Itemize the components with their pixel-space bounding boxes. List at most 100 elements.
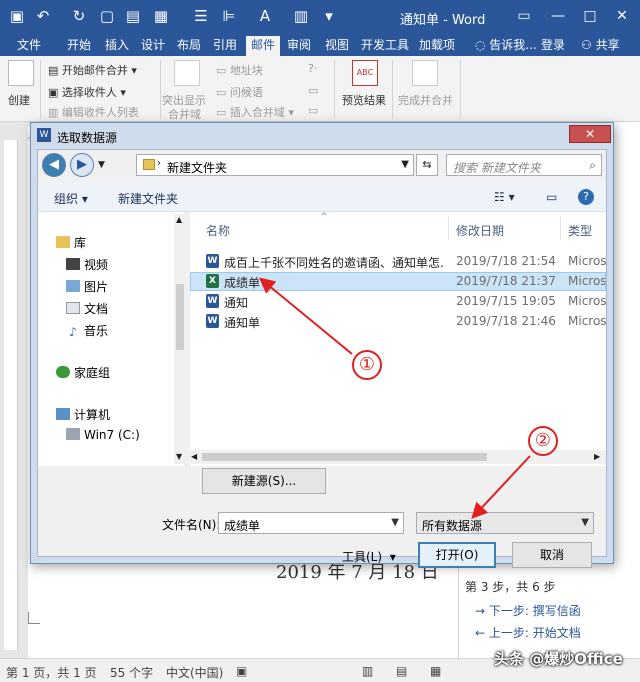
scroll-down-icon[interactable]: ▼ [176,452,182,461]
print-icon[interactable]: ▦ [150,4,172,28]
nav-homegroup[interactable]: 家庭组 [56,364,110,381]
nav-video[interactable]: 视频 [66,256,108,273]
tab-home[interactable]: 开始 [62,36,96,56]
close-icon[interactable]: ✕ [610,4,634,28]
update-labels-icon[interactable]: ▭ [308,104,318,117]
customize-icon[interactable]: ▾ [318,4,340,28]
back-button[interactable]: ◀ [42,153,66,177]
redo-icon[interactable]: ↻ [68,4,90,28]
match-fields-icon[interactable]: ▭ [308,84,318,97]
dialog-close-button[interactable]: ✕ [569,125,611,143]
view-options-icon[interactable]: ☷ ▾ [494,190,515,204]
new-source-button[interactable]: 新建源(S)... [202,468,326,494]
file-type-select[interactable]: 所有数据源 ▼ [416,512,594,534]
file-row[interactable]: W 成百上千张不同姓名的邀请函、通知单怎... 2019/7/18 21:54 … [190,252,606,271]
file-row[interactable]: W 通知 2019/7/15 19:05 Microso [190,292,606,311]
tab-references[interactable]: 引用 [208,36,242,56]
nav-computer[interactable]: 计算机 [56,406,110,423]
tab-mailings[interactable]: 邮件 [246,36,281,56]
search-box[interactable]: 搜索 新建文件夹 ⌕ [446,154,602,176]
finish-merge-button[interactable]: 完成并合并 [398,92,453,108]
create-button[interactable]: 创建 [8,92,30,108]
nav-pictures[interactable]: 图片 [66,278,108,295]
chevron-down-icon[interactable]: ▼ [391,517,399,528]
column-name[interactable]: 名称 [206,222,230,239]
undo-icon[interactable]: ↶ [32,4,54,28]
web-layout-icon[interactable]: ▦ [430,664,441,678]
forward-button[interactable]: ▶ [70,153,94,177]
language[interactable]: 中文(中国) [166,664,223,681]
tab-view[interactable]: 视图 [320,36,354,56]
login-link[interactable]: 登录 [536,36,570,56]
arrow-left-icon: ← [475,626,489,640]
start-mail-merge-button[interactable]: ▤ 开始邮件合并 ▾ [48,62,137,78]
address-bar[interactable]: › 新建文件夹 ▼ [136,154,414,176]
address-dropdown-icon[interactable]: ▼ [401,159,409,170]
tab-developer[interactable]: 开发工具 [356,36,414,56]
align-icon[interactable]: ⊫ [218,4,240,28]
insert-merge-field-button[interactable]: ▭ 插入合并域 ▾ [216,104,294,120]
column-date[interactable]: 修改日期 [456,222,504,239]
greeting-line-button[interactable]: ▭ 问候语 [216,84,263,100]
nav-scrollbar[interactable]: ▲ ▼ [174,214,186,464]
save-icon[interactable]: ▣ [6,4,28,28]
nav-library[interactable]: 库 [56,234,86,251]
filename-input[interactable]: 成绩单 ▼ [218,512,404,534]
prev-step-link[interactable]: ← 上一步: 开始文档 [475,624,581,641]
new-folder-button[interactable]: 新建文件夹 [118,190,178,207]
macro-icon[interactable]: ▣ [236,664,247,678]
open-icon[interactable]: ▤ [122,4,144,28]
font-color-icon[interactable]: A [254,4,276,28]
scroll-left-icon[interactable]: ◀ [191,452,197,461]
cancel-button[interactable]: 取消 [512,542,592,568]
tell-me[interactable]: ◌ 告诉我... [470,36,542,56]
list-icon[interactable]: ☰ [190,4,212,28]
select-recipients-button[interactable]: ▣ 选择收件人 ▾ [48,84,126,100]
file-row-selected[interactable]: X 成绩单 2019/7/18 21:37 Microso [190,272,606,291]
file-hscroll-thumb[interactable] [202,453,487,461]
rules-icon[interactable]: ?· [308,62,317,75]
preview-abc-icon[interactable]: ABC [352,60,378,86]
column-type[interactable]: 类型 [568,222,592,239]
highlight-icon[interactable] [174,60,200,86]
finish-merge-icon[interactable] [412,60,438,86]
minimize-icon[interactable]: — [546,4,570,28]
tab-layout[interactable]: 布局 [172,36,206,56]
nav-drive-c[interactable]: Win7 (C:) [66,428,140,442]
tools-menu[interactable]: 工具(L) ▾ [342,548,396,565]
scroll-right-icon[interactable]: ▶ [594,452,600,461]
nav-documents[interactable]: 文档 [66,300,108,317]
envelope-icon[interactable] [8,60,34,86]
nav-music[interactable]: ♪ 音乐 [66,322,108,339]
chevron-down-icon[interactable]: ▼ [581,517,589,528]
file-row[interactable]: W 通知单 2019/7/18 21:46 Microso [190,312,606,331]
help-icon[interactable]: ? [578,189,594,205]
tab-insert[interactable]: 插入 [100,36,134,56]
preview-pane-icon[interactable]: ▭ [546,190,557,204]
next-step-link[interactable]: → 下一步: 撰写信函 [475,602,581,619]
edit-recipients-button[interactable]: ▥ 编辑收件人列表 [48,104,139,120]
read-mode-icon[interactable]: ▥ [362,664,373,678]
share-button[interactable]: ⚇ 共享 [576,36,625,56]
tab-addins[interactable]: 加载项 [414,36,460,56]
scroll-up-icon[interactable]: ▲ [176,215,182,224]
lightbulb-icon: ◌ [475,38,490,52]
tab-review[interactable]: 审阅 [282,36,316,56]
organize-button[interactable]: 组织 ▾ [54,190,88,207]
open-button[interactable]: 打开(O) [418,542,496,568]
history-dropdown-icon[interactable]: ▼ [98,160,105,170]
ribbon-display-icon[interactable]: ▭ [512,4,536,28]
spell-icon[interactable]: ▥ [290,4,312,28]
word-count[interactable]: 55 个字 [110,664,153,681]
tab-file[interactable]: 文件 [12,36,46,56]
address-block-button[interactable]: ▭ 地址块 [216,62,263,78]
new-doc-icon[interactable]: ▢ [96,4,118,28]
print-layout-icon[interactable]: ▤ [396,664,407,678]
nav-scroll-thumb[interactable] [176,284,184,350]
tab-design[interactable]: 设计 [136,36,170,56]
page-count[interactable]: 第 1 页，共 1 页 [6,664,97,681]
preview-results-button[interactable]: 预览结果 [342,92,386,108]
refresh-button[interactable]: ⇆ [416,154,438,176]
folder-icon [143,159,155,170]
maximize-icon[interactable]: □ [578,4,602,28]
